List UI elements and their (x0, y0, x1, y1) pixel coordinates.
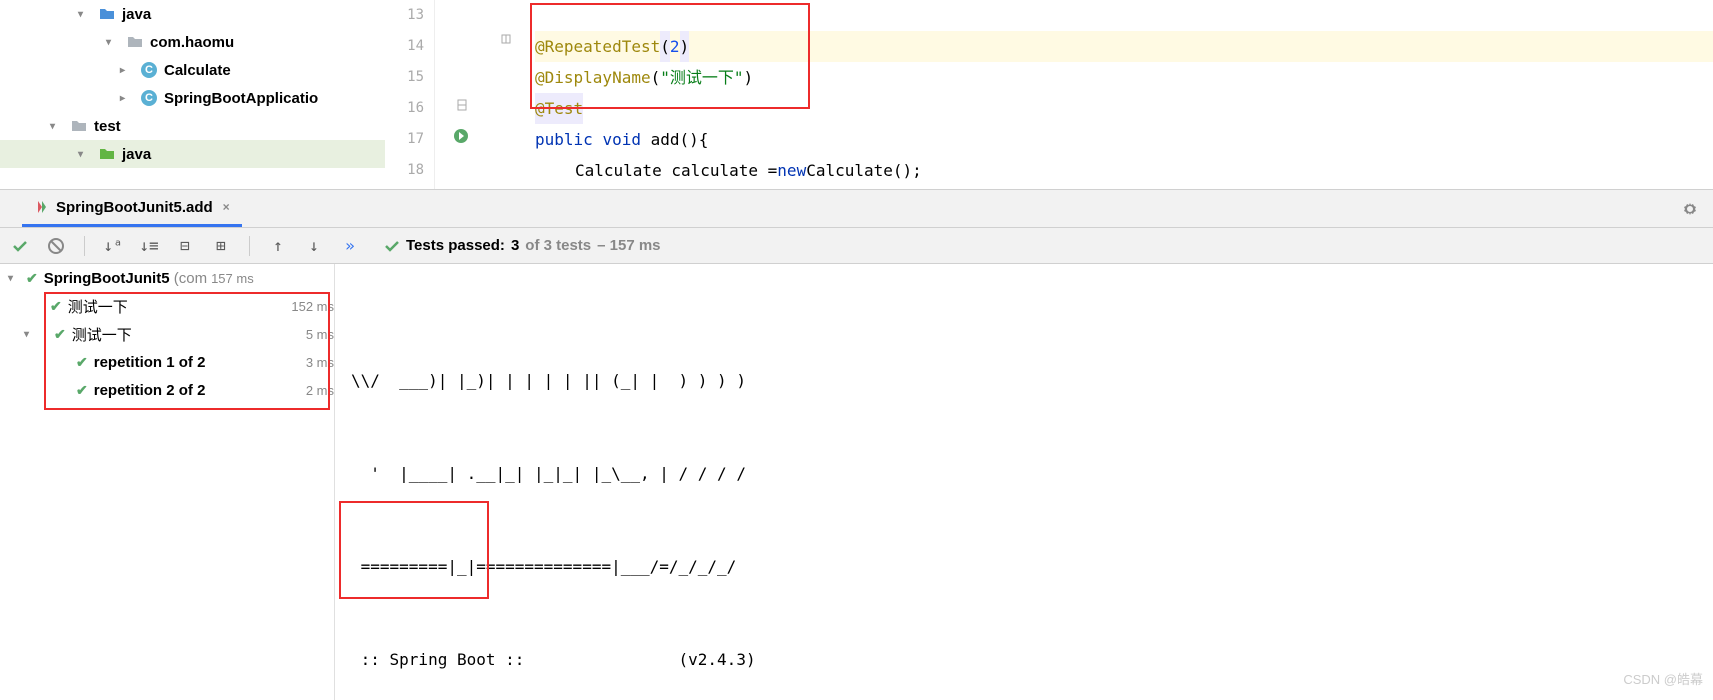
more-icon[interactable]: » (338, 234, 362, 258)
tab-label: SpringBootJunit5.add (56, 199, 213, 216)
chevron-down-icon: ▾ (106, 37, 122, 48)
tree-item-java[interactable]: ▾ java (0, 0, 385, 28)
line-numbers: 13 14 15 16 17 18 (385, 0, 435, 189)
run-config-icon (34, 199, 50, 215)
tree-label: com.haomu (150, 34, 234, 51)
expand-icon[interactable]: ⊞ (209, 234, 233, 258)
gear-icon[interactable] (1682, 201, 1698, 217)
test-item[interactable]: ✔ repetition 1 of 2 3 ms (0, 348, 334, 376)
collapse-icon[interactable]: ⊟ (173, 234, 197, 258)
close-icon[interactable]: × (223, 200, 230, 214)
chevron-right-icon: ▸ (120, 93, 136, 104)
tree-item-test[interactable]: ▾ test (0, 112, 385, 140)
tree-item-class[interactable]: ▸ C Calculate (0, 56, 385, 84)
test-status: Tests passed: 3 of 3 tests – 157 ms (384, 237, 661, 254)
tree-label: java (122, 6, 151, 23)
check-icon (384, 238, 400, 254)
toolbar: ↓ᵃ ↓≡ ⊟ ⊞ ↑ ↓ » Tests passed: 3 of 3 tes… (0, 228, 1713, 264)
highlight-box (339, 501, 489, 599)
up-icon[interactable]: ↑ (266, 234, 290, 258)
down-icon[interactable]: ↓ (302, 234, 326, 258)
folder-icon (98, 145, 116, 163)
tree-item-package[interactable]: ▾ com.haomu (0, 28, 385, 56)
check-icon: ✔ (54, 326, 66, 343)
annotation: @DisplayName (535, 62, 651, 93)
test-root[interactable]: ▾ ✔ SpringBootJunit5 (com 157 ms (0, 264, 334, 292)
tree-item-java-test[interactable]: ▾ java (0, 140, 385, 168)
tree-label: SpringBootApplicatio (164, 90, 318, 107)
tree-label: test (94, 118, 121, 135)
class-icon: C (140, 89, 158, 107)
test-item[interactable]: ▾ ✔ 测试一下 5 ms (0, 320, 334, 348)
tree-label: Calculate (164, 62, 231, 79)
console-output[interactable]: \\/ ___)| |_)| | | | | || (_| | ) ) ) ) … (335, 264, 1713, 700)
package-icon (126, 33, 144, 51)
folder-icon (98, 5, 116, 23)
check-icon: ✔ (76, 354, 88, 371)
chevron-down-icon: ▾ (78, 149, 94, 160)
editor[interactable]: 13 14 15 16 17 18 (385, 0, 1713, 189)
chevron-down-icon: ▾ (8, 273, 22, 284)
test-tree: ▾ ✔ SpringBootJunit5 (com 157 ms ✔ 测试一下 … (0, 264, 335, 700)
chevron-down-icon: ▾ (78, 9, 94, 20)
check-icon: ✔ (26, 270, 38, 287)
folder-icon (70, 117, 88, 135)
chevron-down-icon: ▾ (24, 329, 38, 340)
annotation: @Test (535, 93, 583, 124)
tree-label: java (122, 146, 151, 163)
disabled-icon[interactable] (44, 234, 68, 258)
tree-item-class[interactable]: ▸ C SpringBootApplicatio (0, 84, 385, 112)
watermark: CSDN @皓幕 (1623, 664, 1703, 695)
project-tree: ▾ java ▾ com.haomu ▸ C Calculate ▸ C (0, 0, 385, 189)
annotation: @RepeatedTest (535, 31, 660, 62)
filter-icon[interactable]: ↓≡ (137, 234, 161, 258)
code-area[interactable]: @RepeatedTest(2) @DisplayName("测试一下") @T… (515, 0, 1713, 189)
tab-bar: SpringBootJunit5.add × (0, 190, 1713, 228)
check-icon: ✔ (76, 382, 88, 399)
check-icon[interactable] (8, 234, 32, 258)
class-icon: C (140, 61, 158, 79)
chevron-down-icon: ▾ (50, 121, 66, 132)
run-icon[interactable] (453, 128, 469, 144)
tab-run-config[interactable]: SpringBootJunit5.add × (22, 190, 242, 227)
collapse-icon[interactable] (501, 34, 511, 44)
chevron-right-icon: ▸ (120, 65, 136, 76)
sort-icon[interactable]: ↓ᵃ (101, 234, 125, 258)
test-item[interactable]: ✔ 测试一下 152 ms (0, 292, 334, 320)
test-item[interactable]: ✔ repetition 2 of 2 2 ms (0, 376, 334, 404)
check-icon: ✔ (50, 298, 62, 315)
expand-icon[interactable] (455, 98, 469, 112)
gutter-icons (435, 0, 515, 189)
